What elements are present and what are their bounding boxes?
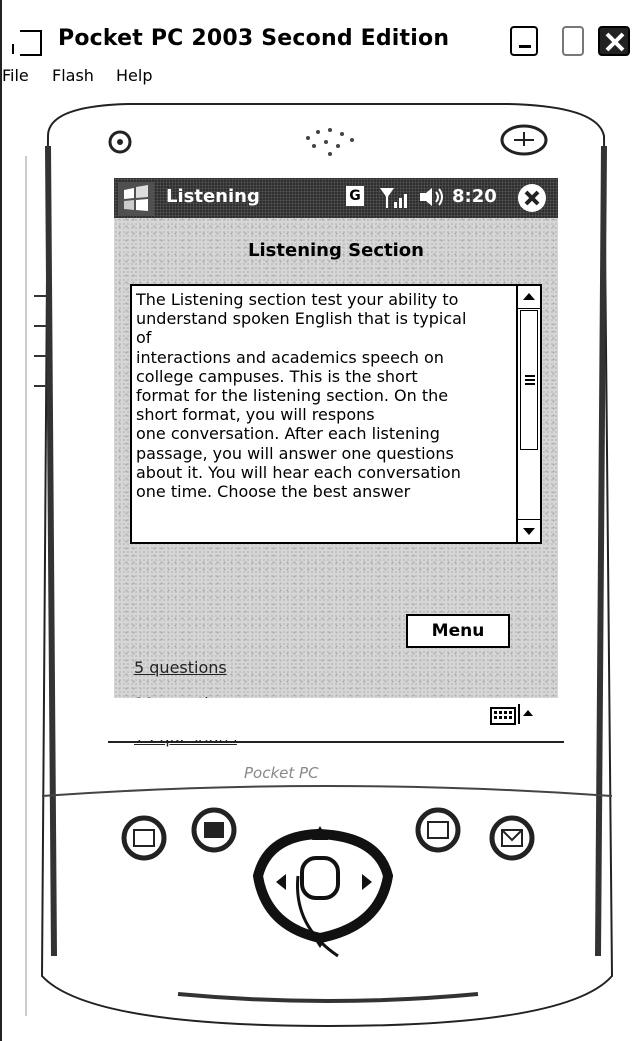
- navigation-bar: Listening G 8:20: [114, 178, 558, 218]
- menu-button[interactable]: Menu: [406, 614, 510, 648]
- contacts-icon: [191, 807, 237, 853]
- scroll-down-button[interactable]: [518, 519, 540, 542]
- inbox-icon: [489, 815, 535, 861]
- pocket-pc-device: Listening G 8:20 Listening Section The L…: [8, 96, 632, 1041]
- scroll-up-button[interactable]: [518, 286, 540, 309]
- windows-flag-icon[interactable]: [118, 182, 154, 216]
- passage-textbox[interactable]: The Listening section test your ability …: [130, 284, 542, 544]
- grip-line: [525, 379, 535, 381]
- close-icon: [605, 32, 625, 52]
- tasks-icon: [415, 807, 461, 853]
- grip-line: [525, 375, 535, 377]
- device-screen: Listening G 8:20 Listening Section The L…: [114, 178, 558, 747]
- signal-icon[interactable]: [378, 184, 408, 210]
- volume-icon[interactable]: [416, 184, 446, 210]
- app-close-button[interactable]: [518, 184, 546, 212]
- g-badge: G: [346, 186, 364, 206]
- passage-text: The Listening section test your ability …: [136, 290, 467, 502]
- calendar-icon: [121, 815, 167, 861]
- arrow-up-icon: [523, 293, 535, 300]
- link-5-questions[interactable]: 5 questions: [134, 658, 227, 677]
- section-heading: Listening Section: [248, 240, 424, 261]
- keyboard-icon[interactable]: [490, 706, 516, 726]
- window-title: Pocket PC 2003 Second Edition: [58, 26, 450, 51]
- close-button[interactable]: [598, 26, 630, 56]
- device-brand: Pocket PC: [244, 764, 319, 782]
- menu-file[interactable]: File: [2, 66, 29, 85]
- emulator-window: Pocket PC 2003 Second Edition File Flash…: [0, 0, 632, 1041]
- clock[interactable]: 8:20: [452, 186, 497, 207]
- menu-bar: File Flash Help: [2, 64, 632, 88]
- input-menu-arrow-icon[interactable]: [518, 704, 536, 724]
- close-icon: [524, 190, 540, 206]
- app-title: Listening: [166, 186, 260, 207]
- maximize-button[interactable]: [562, 26, 584, 56]
- minimize-button[interactable]: [510, 26, 538, 56]
- app-icon: [12, 30, 42, 56]
- grip-line: [525, 383, 535, 385]
- scrollbar[interactable]: [516, 286, 540, 542]
- scroll-thumb[interactable]: [520, 310, 538, 450]
- title-bar: Pocket PC 2003 Second Edition: [2, 22, 632, 62]
- input-panel-bar: [114, 698, 558, 740]
- menu-flash[interactable]: Flash: [52, 66, 94, 85]
- arrow-down-icon: [523, 528, 535, 535]
- menu-help[interactable]: Help: [116, 66, 152, 85]
